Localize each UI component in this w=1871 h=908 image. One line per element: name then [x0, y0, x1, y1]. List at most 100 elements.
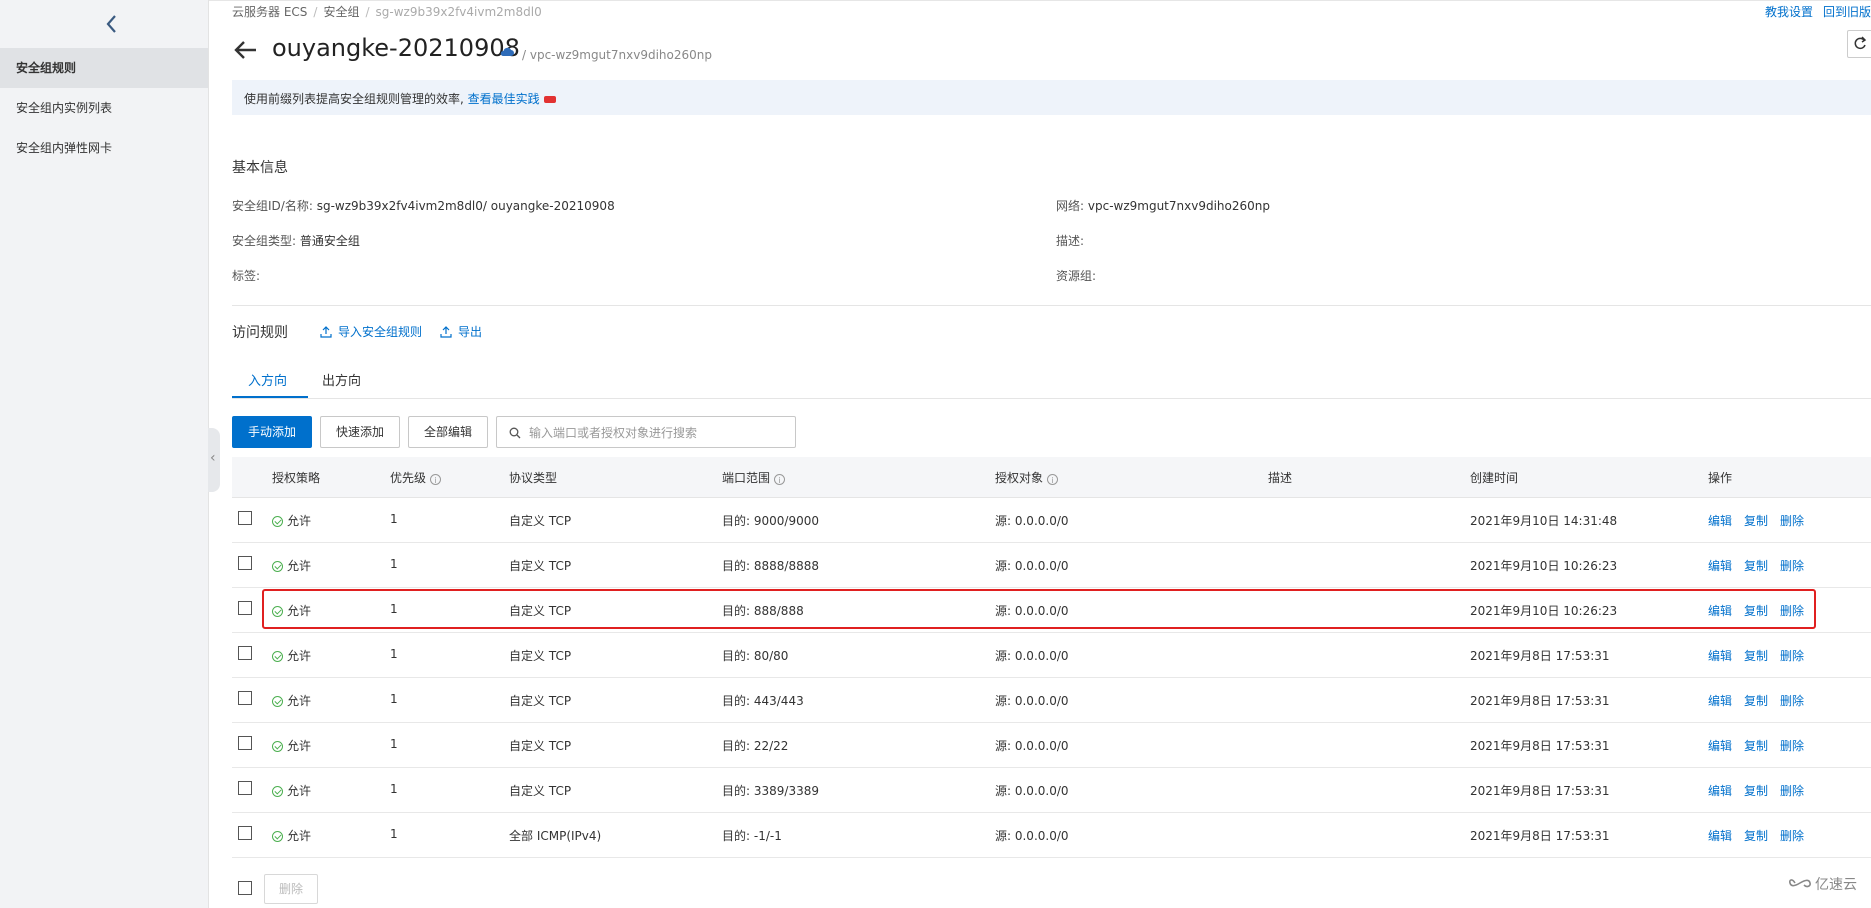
edit-link[interactable]: 编辑 — [1708, 559, 1732, 573]
tab-outbound[interactable]: 出方向 — [322, 370, 361, 389]
chevron-left-icon[interactable] — [100, 10, 124, 38]
delete-link[interactable]: 删除 — [1780, 739, 1804, 753]
sg-id-name-label: 安全组ID/名称: — [232, 199, 313, 213]
port-cell: 目的: 3389/3389 — [722, 784, 819, 798]
back-arrow-icon[interactable] — [232, 38, 258, 62]
delete-link[interactable]: 删除 — [1780, 514, 1804, 528]
network-value: vpc-wz9mgut7nxv9diho260np — [1087, 199, 1270, 213]
best-practice-link[interactable]: 查看最佳实践 — [468, 92, 540, 106]
breadcrumb-item-security-group[interactable]: 安全组 — [323, 5, 359, 19]
top-right-links: 教我设置 回到旧版 — [1755, 3, 1871, 20]
import-rules-button[interactable]: 导入安全组规则 — [320, 323, 422, 340]
manual-add-button[interactable]: 手动添加 — [232, 416, 312, 448]
col-target: 授权对象 i — [995, 469, 1059, 486]
upload-icon — [320, 326, 332, 338]
sg-type-row: 安全组类型: 普通安全组 — [232, 232, 360, 249]
copy-link[interactable]: 复制 — [1744, 604, 1768, 618]
info-icon[interactable]: i — [1047, 474, 1059, 485]
info-icon[interactable]: i — [430, 474, 442, 485]
tags-label: 标签: — [232, 269, 261, 283]
policy-text: 允许 — [287, 604, 312, 618]
policy-text: 允许 — [287, 649, 312, 663]
row-checkbox[interactable] — [238, 781, 252, 795]
bulk-delete-button[interactable]: 删除 — [264, 874, 318, 904]
edit-link[interactable]: 编辑 — [1708, 514, 1732, 528]
infinity-icon — [1788, 879, 1811, 888]
table-row: 允许 1 自定义 TCP 目的: 9000/9000 源: 0.0.0.0/0 … — [232, 497, 1871, 543]
vpc-subtitle: / vpc-wz9mgut7nxv9diho260np — [522, 48, 712, 62]
check-circle-icon — [272, 561, 283, 572]
edit-link[interactable]: 编辑 — [1708, 784, 1732, 798]
target-cell: 源: 0.0.0.0/0 — [995, 649, 1069, 663]
port-cell: 目的: 9000/9000 — [722, 514, 819, 528]
row-checkbox[interactable] — [238, 511, 252, 525]
policy-cell: 允许 — [272, 647, 311, 664]
policy-text: 允许 — [287, 829, 312, 843]
priority-cell: 1 — [390, 737, 398, 751]
export-button[interactable]: 导出 — [440, 323, 482, 340]
table-row: 允许 1 全部 ICMP(IPv4) 目的: -1/-1 源: 0.0.0.0/… — [232, 812, 1871, 858]
protocol-cell: 自定义 TCP — [509, 739, 572, 753]
copy-link[interactable]: 复制 — [1744, 559, 1768, 573]
sidebar-toggle-handle[interactable]: ‹ — [208, 428, 220, 492]
row-checkbox[interactable] — [238, 646, 252, 660]
delete-link[interactable]: 删除 — [1780, 694, 1804, 708]
table-row: 允许 1 自定义 TCP 目的: 80/80 源: 0.0.0.0/0 2021… — [232, 632, 1871, 678]
col-target-label: 授权对象 — [995, 471, 1044, 485]
policy-cell: 允许 — [272, 782, 311, 799]
sidebar-item-enis[interactable]: 安全组内弹性网卡 — [0, 128, 208, 168]
export-label: 导出 — [458, 325, 483, 339]
time-cell: 2021年9月8日 17:53:31 — [1470, 649, 1610, 663]
check-circle-icon — [272, 831, 283, 842]
delete-link[interactable]: 删除 — [1780, 829, 1804, 843]
row-checkbox[interactable] — [238, 601, 252, 615]
notice-text: 使用前缀列表提高安全组规则管理的效率, — [244, 92, 464, 106]
search-input[interactable] — [527, 423, 791, 443]
protocol-cell: 自定义 TCP — [509, 694, 572, 708]
copy-link[interactable]: 复制 — [1744, 739, 1768, 753]
actions-cell: 编辑 复制 删除 — [1708, 647, 1816, 664]
table-header: 授权策略 优先级 i 协议类型 端口范围 i 授权对象 i 描述 创建时间 操作 — [232, 457, 1871, 498]
breadcrumb-item-ecs[interactable]: 云服务器 ECS — [232, 5, 307, 19]
copy-link[interactable]: 复制 — [1744, 784, 1768, 798]
sidebar-item-rules[interactable]: 安全组规则 — [0, 48, 208, 88]
edit-link[interactable]: 编辑 — [1708, 604, 1732, 618]
copy-link[interactable]: 复制 — [1744, 649, 1768, 663]
col-policy: 授权策略 — [272, 471, 321, 485]
sidebar-item-instances[interactable]: 安全组内实例列表 — [0, 88, 208, 128]
new-badge-icon — [543, 96, 556, 103]
policy-cell: 允许 — [272, 737, 311, 754]
tab-inbound[interactable]: 入方向 — [248, 370, 287, 389]
resource-group-row: 资源组: — [1056, 267, 1096, 284]
old-version-link[interactable]: 回到旧版 — [1823, 5, 1871, 19]
description-label: 描述: — [1056, 234, 1085, 248]
help-link[interactable]: 教我设置 — [1765, 5, 1813, 19]
copy-link[interactable]: 复制 — [1744, 829, 1768, 843]
delete-link[interactable]: 删除 — [1780, 559, 1804, 573]
copy-link[interactable]: 复制 — [1744, 514, 1768, 528]
edit-all-button[interactable]: 全部编辑 — [408, 416, 488, 448]
sg-type-label: 安全组类型: — [232, 234, 297, 248]
time-cell: 2021年9月8日 17:53:31 — [1470, 829, 1610, 843]
edit-link[interactable]: 编辑 — [1708, 829, 1732, 843]
delete-link[interactable]: 删除 — [1780, 649, 1804, 663]
select-all-checkbox[interactable] — [238, 881, 252, 895]
edit-link[interactable]: 编辑 — [1708, 739, 1732, 753]
delete-link[interactable]: 删除 — [1780, 784, 1804, 798]
port-cell: 目的: 443/443 — [722, 694, 804, 708]
edit-link[interactable]: 编辑 — [1708, 694, 1732, 708]
refresh-button[interactable] — [1847, 30, 1871, 58]
row-checkbox[interactable] — [238, 826, 252, 840]
time-cell: 2021年9月10日 10:26:23 — [1470, 559, 1618, 573]
quick-add-button[interactable]: 快速添加 — [320, 416, 400, 448]
breadcrumb-current: sg-wz9b39x2fv4ivm2m8dl0 — [375, 5, 542, 19]
edit-link[interactable]: 编辑 — [1708, 649, 1732, 663]
row-checkbox[interactable] — [238, 736, 252, 750]
main-content: 云服务器 ECS / 安全组 / sg-wz9b39x2fv4ivm2m8dl0 教我设… — [232, 0, 1871, 908]
row-checkbox[interactable] — [238, 556, 252, 570]
info-icon[interactable]: i — [774, 474, 786, 485]
copy-link[interactable]: 复制 — [1744, 694, 1768, 708]
check-circle-icon — [272, 516, 283, 527]
row-checkbox[interactable] — [238, 691, 252, 705]
delete-link[interactable]: 删除 — [1780, 604, 1804, 618]
